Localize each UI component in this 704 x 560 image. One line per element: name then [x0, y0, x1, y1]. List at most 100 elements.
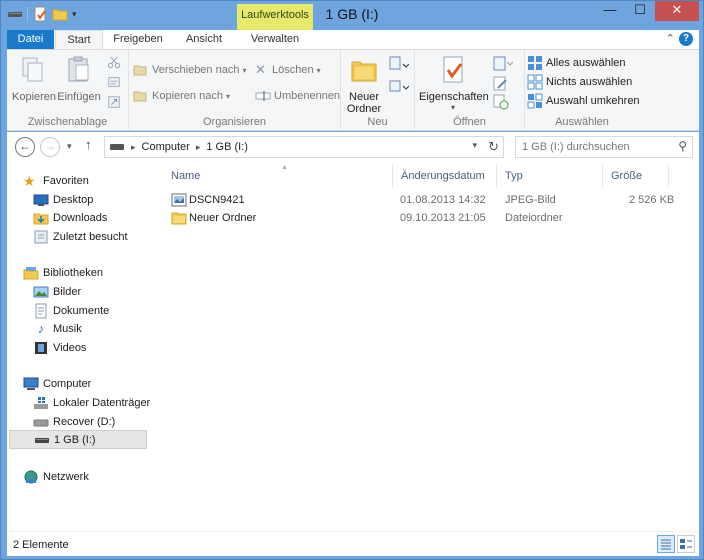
sort-ascending-icon: ▲ [281, 164, 288, 171]
edit-icon[interactable] [493, 76, 509, 92]
nav-videos[interactable]: Videos [33, 338, 147, 357]
navigation-bar: ← → ▾ ↑ ▸ Computer ▸ 1 GB (I:) ▾ ↻ 1 GB … [7, 132, 699, 161]
delete-icon: ✕ [255, 62, 266, 77]
breadcrumb-separator-icon[interactable]: ▸ [131, 142, 136, 153]
move-icon [133, 65, 147, 76]
tab-view[interactable]: Ansicht [175, 30, 233, 49]
select-all-icon [528, 56, 542, 70]
move-to-label: Verschieben nach [152, 64, 240, 76]
nav-recent-label: Zuletzt besucht [53, 230, 128, 243]
rename-button[interactable]: Umbenennen [255, 87, 340, 105]
select-group-label: Auswählen [555, 116, 609, 128]
tab-start[interactable]: Start [55, 30, 103, 49]
nav-usb-drive[interactable]: 1 GB (I:) [9, 430, 147, 449]
column-header-size[interactable]: Größe [603, 165, 669, 187]
address-dropdown-icon[interactable]: ▾ [472, 140, 477, 151]
copy-to-button[interactable]: Kopieren nach ▾ [133, 87, 230, 105]
tiles-view-button[interactable] [677, 535, 695, 553]
search-input[interactable]: 1 GB (I:) durchsuchen ⚲ [515, 136, 693, 158]
maximize-button[interactable]: ☐ [625, 1, 655, 21]
organize-group-label: Organisieren [203, 116, 266, 128]
nav-libraries[interactable]: Bibliotheken [23, 263, 147, 282]
properties-dropdown-icon[interactable]: ▾ [419, 103, 487, 112]
nav-local-disk[interactable]: Lokaler Datenträger [33, 393, 150, 412]
tab-file[interactable]: Datei [7, 30, 54, 49]
nav-network[interactable]: Netzwerk [23, 467, 147, 486]
nav-documents[interactable]: Dokumente [33, 301, 147, 320]
new-folder-button[interactable]: Neuer Ordner [345, 54, 383, 115]
copy-button[interactable]: Kopieren [12, 54, 56, 103]
file-date: 01.08.2013 14:32 [400, 194, 486, 206]
column-header-type[interactable]: Typ [497, 165, 603, 187]
breadcrumb-drive[interactable]: 1 GB (I:) [206, 141, 248, 153]
rename-label: Umbenennen [274, 90, 341, 102]
paste-button[interactable]: Einfügen [57, 54, 101, 103]
nav-recover-drive-label: Recover (D:) [53, 415, 116, 428]
table-row[interactable]: DSCN9421 01.08.2013 14:32 JPEG-Bild 2 52… [163, 191, 674, 210]
nav-pictures-label: Bilder [53, 285, 82, 298]
back-button[interactable]: ← [15, 137, 35, 157]
file-list: Name ▲ Änderungsdatum Typ Größe DSCN9421… [153, 161, 699, 531]
help-button[interactable]: ? [679, 32, 693, 46]
select-none-label: Nichts auswählen [546, 76, 633, 88]
nav-recent[interactable]: Zuletzt besucht [33, 227, 147, 246]
new-item-icon[interactable] [389, 56, 409, 74]
column-header-date[interactable]: Änderungsdatum [393, 165, 497, 187]
up-icon[interactable]: ↑ [85, 137, 92, 152]
folder-icon [171, 212, 187, 225]
history-icon[interactable] [493, 94, 509, 110]
invert-selection-button[interactable]: Auswahl umkehren [527, 92, 640, 110]
column-header-name[interactable]: Name ▲ [163, 164, 393, 187]
rename-icon [255, 91, 271, 101]
nav-music-label: Musik [53, 322, 82, 335]
drive-icon [33, 419, 49, 426]
move-to-button[interactable]: Verschieben nach ▾ [133, 61, 246, 79]
ribbon-tabs: Datei Start Freigeben Ansicht Verwalten … [7, 30, 699, 49]
copy-path-icon[interactable] [107, 75, 121, 89]
forward-button[interactable]: → [40, 137, 60, 157]
open-icon[interactable] [493, 56, 513, 72]
recent-locations-icon[interactable]: ▾ [67, 141, 72, 152]
easy-access-icon[interactable] [389, 78, 409, 96]
paste-shortcut-icon[interactable] [107, 95, 121, 109]
organize-group: Verschieben nach ▾ Kopieren nach ▾ ✕ Lösch… [129, 50, 341, 131]
content-area: ★ Favoriten Desktop Downloads Zuletzt be… [7, 161, 699, 531]
item-count: 2 Elemente [13, 539, 69, 551]
nav-desktop[interactable]: Desktop [33, 190, 147, 209]
new-folder-label-line1: Neuer [349, 91, 379, 103]
details-view-button[interactable] [657, 535, 675, 553]
select-all-button[interactable]: Alles auswählen [527, 54, 626, 72]
table-row[interactable]: Neuer Ordner 09.10.2013 21:05 Dateiordne… [163, 209, 673, 228]
nav-downloads[interactable]: Downloads [33, 208, 147, 227]
clipboard-group: Kopieren Einfügen Zwischenablage [7, 50, 129, 131]
select-group: Alles auswählen Nichts auswählen Auswahl… [525, 50, 640, 131]
close-button[interactable]: ✕ [655, 1, 699, 21]
address-bar[interactable]: ▸ Computer ▸ 1 GB (I:) ▾ ↻ [104, 136, 504, 158]
explorer-window: ▾ Laufwerktools 1 GB (I:) — ☐ ✕ Datei St… [0, 0, 704, 560]
properties-button[interactable]: Eigenschaften ▾ [419, 54, 489, 112]
windows-drive-icon [34, 396, 48, 409]
refresh-icon[interactable]: ↻ [488, 139, 499, 155]
nav-music[interactable]: ♪ Musik [33, 319, 147, 338]
breadcrumb-computer[interactable]: Computer [142, 141, 190, 153]
delete-label: Löschen [272, 64, 314, 76]
nav-computer[interactable]: Computer [23, 374, 147, 393]
nav-pictures[interactable]: Bilder [33, 282, 147, 301]
delete-button[interactable]: ✕ Löschen ▾ [255, 61, 321, 79]
ribbon-collapse-icon[interactable]: ⌃ [666, 32, 675, 45]
search-icon[interactable]: ⚲ [678, 139, 687, 153]
select-none-button[interactable]: Nichts auswählen [527, 73, 632, 91]
open-group: Eigenschaften ▾ Öffnen [415, 50, 525, 131]
nav-recover-drive[interactable]: Recover (D:) [33, 412, 147, 431]
nav-favorites-label: Favoriten [43, 174, 89, 187]
nav-documents-label: Dokumente [53, 304, 110, 317]
column-size-label: Größe [611, 170, 643, 182]
tab-manage[interactable]: Verwalten [237, 30, 313, 49]
minimize-button[interactable]: — [595, 1, 625, 21]
cut-icon[interactable] [107, 55, 121, 69]
tab-share[interactable]: Freigeben [107, 30, 169, 49]
drive-small-icon [110, 144, 124, 150]
nav-favorites[interactable]: ★ Favoriten [23, 171, 147, 190]
breadcrumb-separator-icon[interactable]: ▸ [196, 142, 201, 153]
paste-icon [68, 56, 89, 82]
